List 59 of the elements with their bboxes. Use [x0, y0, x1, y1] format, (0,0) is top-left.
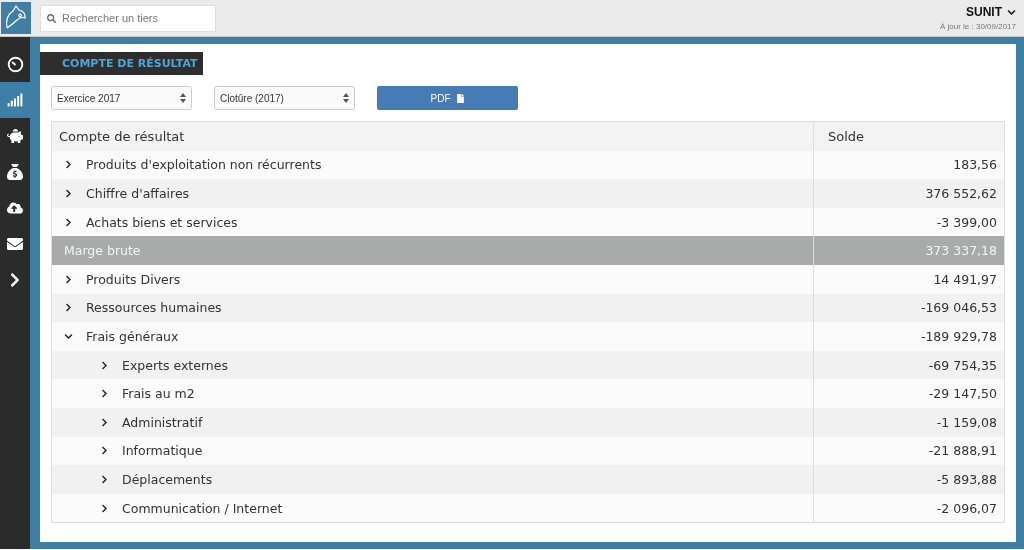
chevron-right-icon[interactable] [100, 389, 110, 399]
amount: -5 893,88 [936, 471, 997, 487]
money-bag-icon [7, 164, 23, 180]
chevron-right-icon[interactable] [100, 360, 110, 370]
account-menu[interactable]: SUNIT [966, 5, 1016, 19]
amount: 183,56 [953, 157, 997, 173]
amount: -2 096,07 [936, 500, 997, 516]
row-label: Déplacements [122, 471, 213, 487]
chart-icon [7, 92, 23, 108]
amount: -189 929,78 [920, 328, 997, 344]
chevron-right-icon[interactable] [100, 503, 110, 513]
amount: -29 147,50 [928, 386, 997, 402]
amount: 14 491,97 [933, 271, 997, 287]
row-label: Frais généraux [86, 328, 179, 344]
row-label: Informatique [122, 443, 203, 459]
amount: 376 552,62 [925, 186, 997, 201]
cloud-upload-icon [7, 200, 23, 216]
column-header: Solde [827, 128, 865, 144]
chevron-down-icon[interactable] [64, 331, 74, 341]
panel-title: COMPTE DE RÉSULTAT [40, 52, 203, 75]
row-label: Communication / Internet [122, 500, 283, 516]
row-label: Achats biens et services [86, 214, 238, 230]
chevron-right-icon[interactable] [100, 474, 110, 484]
pdf-button[interactable]: PDF [377, 86, 518, 110]
amount: -69 754,35 [928, 357, 997, 373]
select-field[interactable]: Clotûre (2017) [214, 86, 355, 110]
sort-arrows-icon [180, 93, 186, 103]
update-date: À jour le : 30/09/2017 [939, 22, 1016, 31]
amount: -21 888,91 [928, 443, 997, 459]
mail-icon [7, 236, 23, 252]
chevron-right-icon[interactable] [64, 274, 74, 284]
chevron-right-icon[interactable] [64, 303, 74, 313]
amount: -1 159,08 [936, 414, 997, 430]
sort-arrows-icon [343, 93, 349, 103]
row-label: Produits d'exploitation non récurrents [86, 157, 322, 173]
row-label: Marge brute [64, 243, 141, 259]
chevron-right-icon[interactable] [64, 189, 74, 198]
amount: -169 046,53 [920, 300, 997, 316]
gauge-icon [6, 55, 24, 73]
row-label: Frais au m2 [122, 386, 195, 402]
row-label: Produits Divers [86, 271, 181, 287]
piggy-bank-icon [7, 128, 23, 144]
amount: 373 337,18 [925, 243, 997, 259]
row-label: Experts externes [122, 357, 228, 373]
chevron-right-icon[interactable] [100, 417, 110, 427]
chevron-right-icon[interactable] [64, 160, 74, 170]
file-icon [455, 93, 465, 103]
row-label: Administratif [122, 414, 203, 430]
logo [1, 2, 31, 34]
row-label: Chiffre d'affaires [86, 186, 190, 201]
caret-icon [1007, 7, 1016, 17]
row-label: Ressources humaines [86, 300, 222, 316]
search-field[interactable]: Rechercher un tiers [40, 4, 216, 32]
chevron-right-icon[interactable] [100, 446, 110, 456]
select-field[interactable]: Exercice 2017 [51, 86, 192, 110]
chevron-right-icon[interactable] [64, 217, 74, 227]
search-icon [47, 13, 56, 23]
column-header: Compte de résultat [58, 128, 185, 144]
amount: -3 399,00 [936, 214, 997, 230]
